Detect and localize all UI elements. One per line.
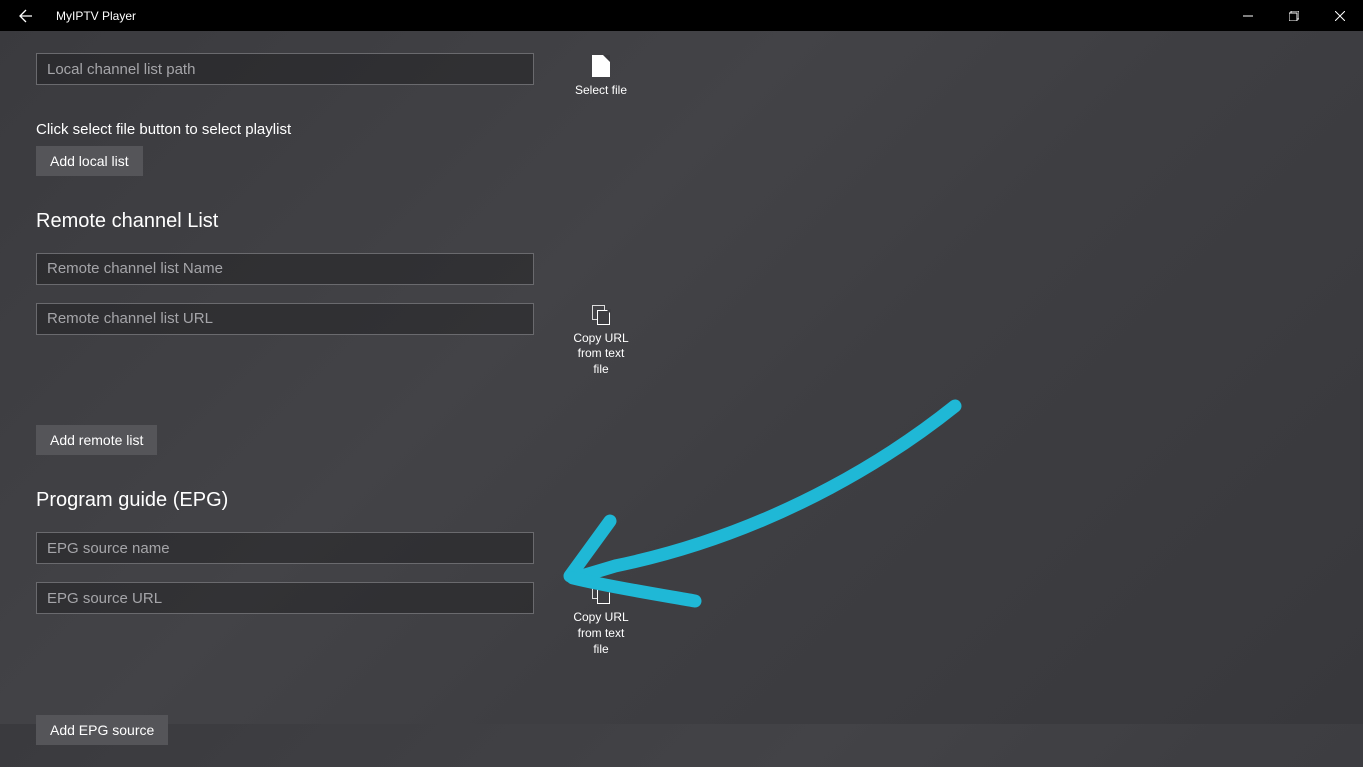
copy-label-line: file (593, 362, 608, 376)
select-file-button[interactable]: Select file (566, 53, 636, 99)
epg-copy-url-button[interactable]: Copy URL from text file (566, 582, 636, 657)
copy-label-line: from text (578, 626, 625, 640)
epg-source-name-input[interactable] (36, 532, 534, 564)
content: Select file Click select file button to … (0, 31, 1363, 767)
add-local-list-button[interactable]: Add local list (36, 146, 143, 176)
add-remote-list-button[interactable]: Add remote list (36, 425, 157, 455)
titlebar: MyIPTV Player (0, 0, 1363, 31)
remote-channel-list-url-input[interactable] (36, 303, 534, 335)
epg-url-row: Copy URL from text file (36, 582, 1327, 657)
epg-copy-url-label: Copy URL from text file (573, 610, 628, 657)
epg-source-url-input[interactable] (36, 582, 534, 614)
minimize-icon (1243, 11, 1253, 21)
copy-label-line: from text (578, 346, 625, 360)
add-epg-source-button[interactable]: Add EPG source (36, 715, 168, 745)
file-icon (592, 55, 610, 77)
epg-name-row (36, 532, 1327, 564)
window-controls (1225, 0, 1363, 31)
local-path-row: Select file (36, 53, 1327, 99)
arrow-left-icon (18, 8, 34, 24)
copy-label-line: file (593, 642, 608, 656)
select-file-label: Select file (575, 83, 627, 99)
remote-heading: Remote channel List (36, 210, 1327, 233)
remote-copy-url-button[interactable]: Copy URL from text file (566, 303, 636, 378)
maximize-icon (1289, 11, 1299, 21)
local-helper-text: Click select file button to select playl… (36, 121, 1327, 138)
app-title: MyIPTV Player (56, 9, 136, 23)
copy-label-line: Copy URL (573, 331, 628, 345)
remote-url-row: Copy URL from text file (36, 303, 1327, 378)
copy-label-line: Copy URL (573, 610, 628, 624)
local-channel-list-path-input[interactable] (36, 53, 534, 85)
maximize-button[interactable] (1271, 0, 1317, 31)
close-button[interactable] (1317, 0, 1363, 31)
copy-icon (592, 584, 610, 604)
minimize-button[interactable] (1225, 0, 1271, 31)
remote-name-row (36, 253, 1327, 285)
copy-icon (592, 305, 610, 325)
titlebar-left: MyIPTV Player (0, 0, 136, 31)
back-button[interactable] (10, 0, 42, 31)
epg-heading: Program guide (EPG) (36, 489, 1327, 512)
close-icon (1335, 11, 1345, 21)
remote-channel-list-name-input[interactable] (36, 253, 534, 285)
remote-copy-url-label: Copy URL from text file (573, 331, 628, 378)
